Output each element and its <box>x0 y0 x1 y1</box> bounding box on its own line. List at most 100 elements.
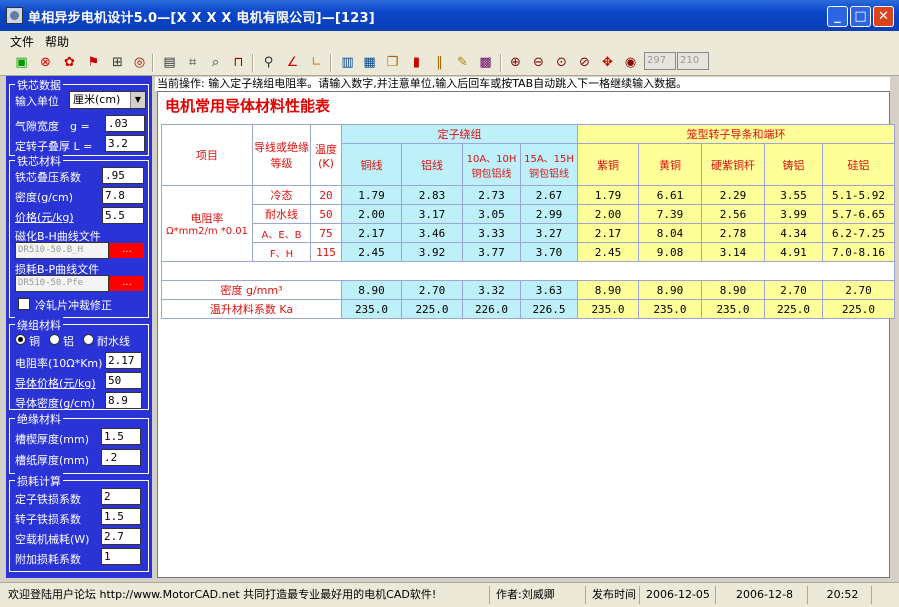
zoom-window-icon[interactable]: ⊘ <box>575 53 594 72</box>
bp-file-field[interactable]: DR510-50.Pfe <box>15 275 109 292</box>
value-cell[interactable]: 8.90 <box>577 280 639 300</box>
value-cell[interactable]: 5.1-5.92 <box>822 185 895 205</box>
value-cell[interactable]: 2.78 <box>701 223 765 243</box>
close-button[interactable]: ✕ <box>873 6 894 27</box>
value-cell[interactable]: 2.67 <box>520 185 578 205</box>
value-cell[interactable]: 3.32 <box>462 280 521 300</box>
value-cell[interactable]: 8.90 <box>341 280 402 300</box>
value-cell[interactable]: 2.73 <box>462 185 521 205</box>
value-cell[interactable]: 2.17 <box>577 223 639 243</box>
pencil-icon[interactable]: ✎ <box>453 53 472 72</box>
value-cell[interactable]: 3.63 <box>520 280 578 300</box>
slot-paper-input[interactable]: .2 <box>101 449 141 466</box>
grid-icon[interactable]: ⊞ <box>108 53 127 72</box>
value-cell[interactable]: 5.7-6.65 <box>822 204 895 224</box>
probe-icon[interactable]: ⚲ <box>259 53 278 72</box>
unit-select[interactable]: 厘米(cm) ▼ <box>69 91 146 109</box>
zoom-page-icon[interactable]: ◉ <box>621 53 640 72</box>
value-cell[interactable]: 3.05 <box>462 204 521 224</box>
bars-icon[interactable]: ▮ <box>407 53 426 72</box>
gear-icon[interactable]: ✿ <box>60 53 79 72</box>
value-cell[interactable]: 3.33 <box>462 223 521 243</box>
value-cell[interactable]: 2.56 <box>701 204 765 224</box>
value-cell[interactable]: 2.45 <box>577 242 639 262</box>
value-cell[interactable]: 8.04 <box>638 223 702 243</box>
value-cell[interactable]: 235.0 <box>577 299 639 319</box>
value-cell[interactable]: 226.5 <box>520 299 578 319</box>
app-icon[interactable] <box>6 7 23 24</box>
value-cell[interactable]: 2.83 <box>401 185 463 205</box>
stop-icon[interactable]: ⊗ <box>36 53 55 72</box>
conductor-price-input[interactable]: 50 <box>105 372 142 389</box>
pan-icon[interactable]: ✥ <box>598 53 617 72</box>
stator-loss-input[interactable]: 2 <box>101 488 141 505</box>
winding-icon[interactable]: ⌕ <box>206 53 225 72</box>
mech-loss-input[interactable]: 2.7 <box>101 528 141 545</box>
price-input[interactable]: 5.5 <box>102 207 144 224</box>
zoom-in-icon[interactable]: ⊕ <box>506 53 525 72</box>
zoom-fit-icon[interactable]: ⊙ <box>552 53 571 72</box>
chart-icon[interactable]: ∟ <box>307 53 326 72</box>
graph-icon[interactable]: ▩ <box>476 53 495 72</box>
value-cell[interactable]: 225.0 <box>401 299 463 319</box>
coldrolled-checkbox[interactable] <box>18 298 30 310</box>
density-input[interactable]: 7.8 <box>102 187 144 204</box>
bh-browse-button[interactable]: ... <box>110 243 144 258</box>
copy-icon[interactable]: ❐ <box>383 53 402 72</box>
value-cell[interactable]: 2.45 <box>341 242 402 262</box>
slot-icon[interactable]: ⊓ <box>229 53 248 72</box>
radio-aluminum[interactable] <box>49 334 60 345</box>
maximize-button[interactable]: □ <box>850 6 871 27</box>
zoom-out-icon[interactable]: ⊖ <box>529 53 548 72</box>
slot-wedge-input[interactable]: 1.5 <box>101 428 141 445</box>
curve-icon[interactable]: ∠ <box>283 53 302 72</box>
airgap-input[interactable]: .03 <box>105 115 145 132</box>
flag-icon[interactable]: ⚑ <box>84 53 103 72</box>
value-cell[interactable]: 3.55 <box>764 185 823 205</box>
value-cell[interactable]: 2.70 <box>401 280 463 300</box>
radio-waterproof[interactable] <box>83 334 94 345</box>
resistivity-input[interactable]: 2.17 <box>105 352 142 369</box>
conductor-density-input[interactable]: 8.9 <box>105 392 142 409</box>
menu-file[interactable]: 文件 <box>10 33 34 50</box>
value-cell[interactable]: 4.91 <box>764 242 823 262</box>
value-cell[interactable]: 2.70 <box>822 280 895 300</box>
value-cell[interactable]: 2.00 <box>341 204 402 224</box>
value-cell[interactable]: 235.0 <box>341 299 402 319</box>
schematic-icon[interactable]: ⌗ <box>183 53 202 72</box>
value-cell[interactable]: 3.77 <box>462 242 521 262</box>
rotor-loss-input[interactable]: 1.5 <box>101 508 141 525</box>
value-cell[interactable]: 2.99 <box>520 204 578 224</box>
fill-input[interactable]: .95 <box>102 167 144 184</box>
value-cell[interactable]: 7.0-8.16 <box>822 242 895 262</box>
page-from-field[interactable]: 297 <box>644 52 676 70</box>
value-cell[interactable]: 7.39 <box>638 204 702 224</box>
radio-copper[interactable] <box>15 334 26 345</box>
add-loss-input[interactable]: 1 <box>101 548 141 565</box>
value-cell[interactable]: 1.79 <box>577 185 639 205</box>
value-cell[interactable]: 1.79 <box>341 185 402 205</box>
value-cell[interactable]: 6.61 <box>638 185 702 205</box>
price-link[interactable]: 价格(元/kg) <box>15 209 74 225</box>
value-cell[interactable]: 225.0 <box>822 299 895 319</box>
minimize-button[interactable]: _ <box>827 6 848 27</box>
report-icon[interactable]: ▦ <box>360 53 379 72</box>
value-cell[interactable]: 2.70 <box>764 280 823 300</box>
value-cell[interactable]: 3.92 <box>401 242 463 262</box>
menu-help[interactable]: 帮助 <box>45 33 69 50</box>
recalc-icon[interactable]: ▣ <box>12 53 31 72</box>
value-cell[interactable]: 9.08 <box>638 242 702 262</box>
conductor-price-link[interactable]: 导体价格(元/kg) <box>15 375 96 391</box>
value-cell[interactable]: 3.99 <box>764 204 823 224</box>
value-cell[interactable]: 3.17 <box>401 204 463 224</box>
value-cell[interactable]: 2.29 <box>701 185 765 205</box>
value-cell[interactable]: 235.0 <box>638 299 702 319</box>
value-cell[interactable]: 235.0 <box>701 299 765 319</box>
value-cell[interactable]: 6.2-7.25 <box>822 223 895 243</box>
value-cell[interactable]: 2.00 <box>577 204 639 224</box>
bp-browse-button[interactable]: ... <box>110 276 144 291</box>
value-cell[interactable]: 226.0 <box>462 299 521 319</box>
value-cell[interactable]: 8.90 <box>701 280 765 300</box>
page-to-field[interactable]: 210 <box>677 52 709 70</box>
value-cell[interactable]: 3.46 <box>401 223 463 243</box>
